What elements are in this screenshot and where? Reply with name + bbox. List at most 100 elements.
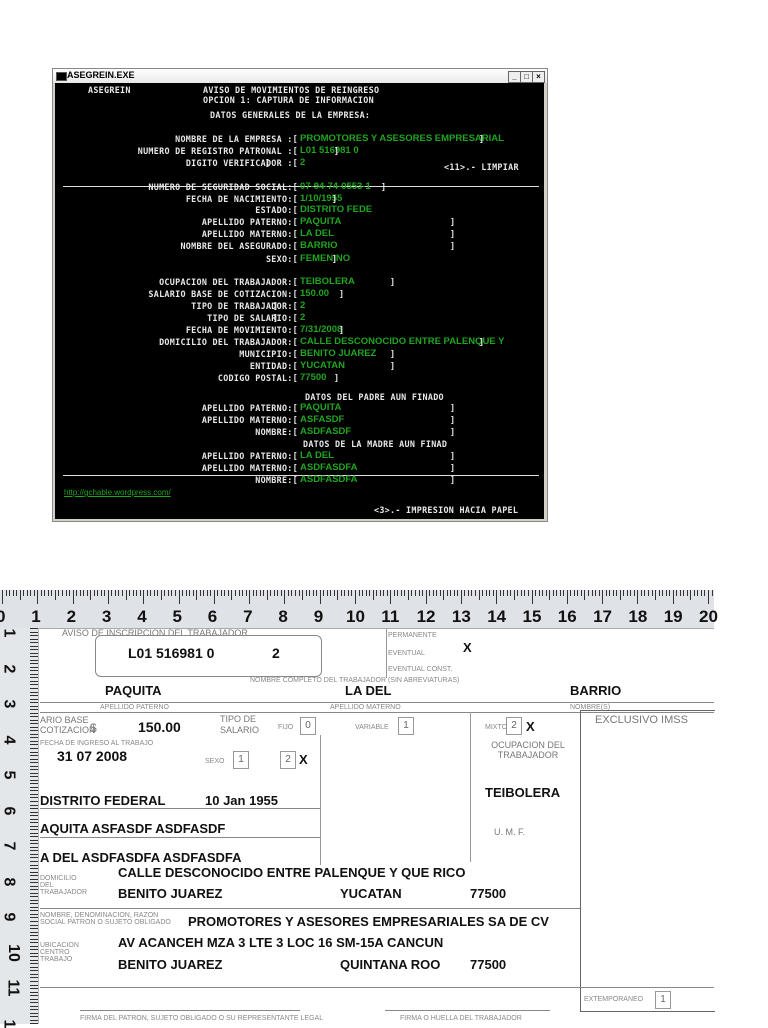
title-bar[interactable]: ASEGREIN.EXE _ □ ×	[53, 69, 547, 83]
ruler-tick	[93, 590, 95, 596]
ruler-tick	[30, 716, 38, 718]
padre-value-input[interactable]: ASDFASDF	[300, 426, 351, 437]
padre-nombre: AQUITA ASFASDF ASDFASDF	[40, 821, 226, 836]
field-value-input[interactable]: DISTRITO FEDE	[300, 204, 372, 215]
field-label: TIPO DE SALARIO:[	[207, 313, 298, 323]
ruler-tick	[429, 590, 431, 596]
ruler-tick	[30, 1009, 38, 1011]
ruler-tick	[662, 590, 664, 596]
ruler-tick	[520, 590, 522, 596]
ruler-tick	[30, 726, 38, 728]
divider	[386, 628, 387, 678]
ruler-tick	[626, 590, 628, 596]
ruler-number: 4	[0, 735, 18, 744]
ruler-number: 15	[522, 607, 542, 626]
field-label: DOMICILIO DEL TRABAJADOR:[	[159, 337, 298, 347]
close-bracket: ]	[332, 254, 338, 264]
field-value-input[interactable]: L01 516981 0	[300, 145, 359, 156]
field-value-input[interactable]: CALLE DESCONOCIDO ENTRE PALENQUE Y	[300, 336, 504, 347]
ruler-tick	[326, 590, 328, 596]
ruler-number: 20	[699, 607, 718, 626]
ruler-tick	[30, 765, 38, 767]
field-value-input[interactable]: 2	[300, 312, 305, 323]
field-label: NUMERO DE REGISTRO PATRONAL :[	[137, 146, 298, 156]
field-value-input[interactable]: TEIBOLERA	[300, 276, 355, 287]
ruler-tick	[294, 590, 296, 596]
ruler-tick	[30, 906, 38, 908]
madre-value-input[interactable]: ASDFASDFA	[300, 462, 358, 473]
ruler-tick	[30, 836, 38, 838]
field-value-input[interactable]: PAQUITA	[300, 216, 341, 227]
ruler-tick	[676, 590, 678, 596]
ruler-tick	[76, 590, 78, 596]
ruler-tick	[90, 590, 92, 600]
ruler-tick	[30, 1002, 38, 1004]
impresion-option[interactable]: <3>.- IMPRESION HACIA PAPEL	[374, 505, 518, 515]
ruler-tick	[30, 945, 38, 947]
ruler-tick	[30, 769, 38, 771]
field-value-input[interactable]: FEMENINO	[300, 253, 350, 264]
blog-link[interactable]: http://gchable.wordpress.com/	[64, 488, 171, 497]
field-value-input[interactable]: PROMOTORES Y ASESORES EMPRESARIAL	[300, 133, 504, 144]
ruler-tick	[302, 590, 304, 600]
ruler-tick	[30, 970, 38, 972]
madre-value-input[interactable]: ASDFASDFA	[300, 474, 358, 485]
ruler-tick	[669, 590, 671, 596]
field-value-input[interactable]: 150.00	[300, 288, 329, 299]
ruler-tick	[30, 818, 38, 820]
field-label: TIPO DE TRABAJADOR:[	[191, 301, 298, 311]
ruler-tick	[556, 590, 558, 596]
field-value-input[interactable]: 7/31/2008	[300, 324, 342, 335]
ruler-tick	[704, 590, 706, 596]
ruler-tick	[238, 590, 240, 596]
padre-value-input[interactable]: ASFASDF	[300, 414, 344, 425]
field-label: NUMERO DE SEGURIDAD SOCIAL:[	[148, 182, 298, 192]
limpiar-option[interactable]: <11>.- LIMPIAR	[444, 162, 519, 172]
ruler-tick	[535, 590, 537, 596]
ruler-tick	[224, 590, 226, 596]
salario-label: ARIO BASE COTIZACION	[40, 715, 96, 735]
domicilio: CALLE DESCONOCIDO ENTRE PALENQUE Y QUE R…	[118, 865, 466, 880]
ruler-tick	[30, 935, 38, 937]
ruler-tick	[136, 590, 138, 596]
ruler-tick	[30, 871, 38, 873]
field-value-input[interactable]: 2	[300, 157, 305, 168]
sexo-masculino-box: 1	[233, 751, 249, 769]
ruler-tick	[104, 590, 106, 596]
ruler-tick	[160, 590, 162, 600]
ruler-number: 13	[451, 607, 471, 626]
ruler-tick	[30, 779, 38, 781]
ruler-tick	[566, 590, 568, 604]
ruler-tick	[418, 590, 420, 596]
ruler-tick	[30, 910, 38, 912]
ruler-tick	[30, 931, 38, 933]
padre-value-input[interactable]: PAQUITA	[300, 402, 341, 413]
ruler-tick	[372, 590, 374, 600]
ruler-tick	[425, 590, 427, 604]
ruler-tick	[217, 590, 219, 596]
close-bracket: ]	[450, 403, 456, 413]
field-value-input[interactable]: 07-94-74-0553-1	[300, 181, 371, 192]
variable-box: 1	[398, 717, 414, 735]
field-value-input[interactable]: 2	[300, 300, 305, 311]
ruler-tick	[62, 590, 63, 596]
ruler-tick	[30, 797, 38, 799]
field-value-input[interactable]: 77500	[300, 372, 326, 383]
close-button[interactable]: ×	[532, 71, 545, 83]
divider	[40, 702, 714, 703]
madre-value-input[interactable]: LA DEL	[300, 450, 334, 461]
field-value-input[interactable]: YUCATAN	[300, 360, 345, 371]
mixto-x: X	[526, 719, 535, 734]
ruler-number: 5	[172, 607, 182, 626]
field-value-input[interactable]: LA DEL	[300, 228, 334, 239]
ruler-tick	[602, 590, 604, 604]
ruler-tick	[30, 839, 38, 841]
ruler-tick	[30, 878, 38, 880]
ruler-tick	[30, 917, 38, 919]
console-screen[interactable]: ASEGREIN AVISO DE MOVIMIENTOS DE REINGRE…	[55, 83, 544, 519]
ruler-tick	[114, 590, 116, 596]
field-value-input[interactable]: BARRIO	[300, 240, 337, 251]
field-label: OCUPACION DEL TRABAJADOR:[	[159, 277, 298, 287]
ruler-tick	[446, 590, 448, 596]
field-value-input[interactable]: BENITO JUAREZ	[300, 348, 376, 359]
